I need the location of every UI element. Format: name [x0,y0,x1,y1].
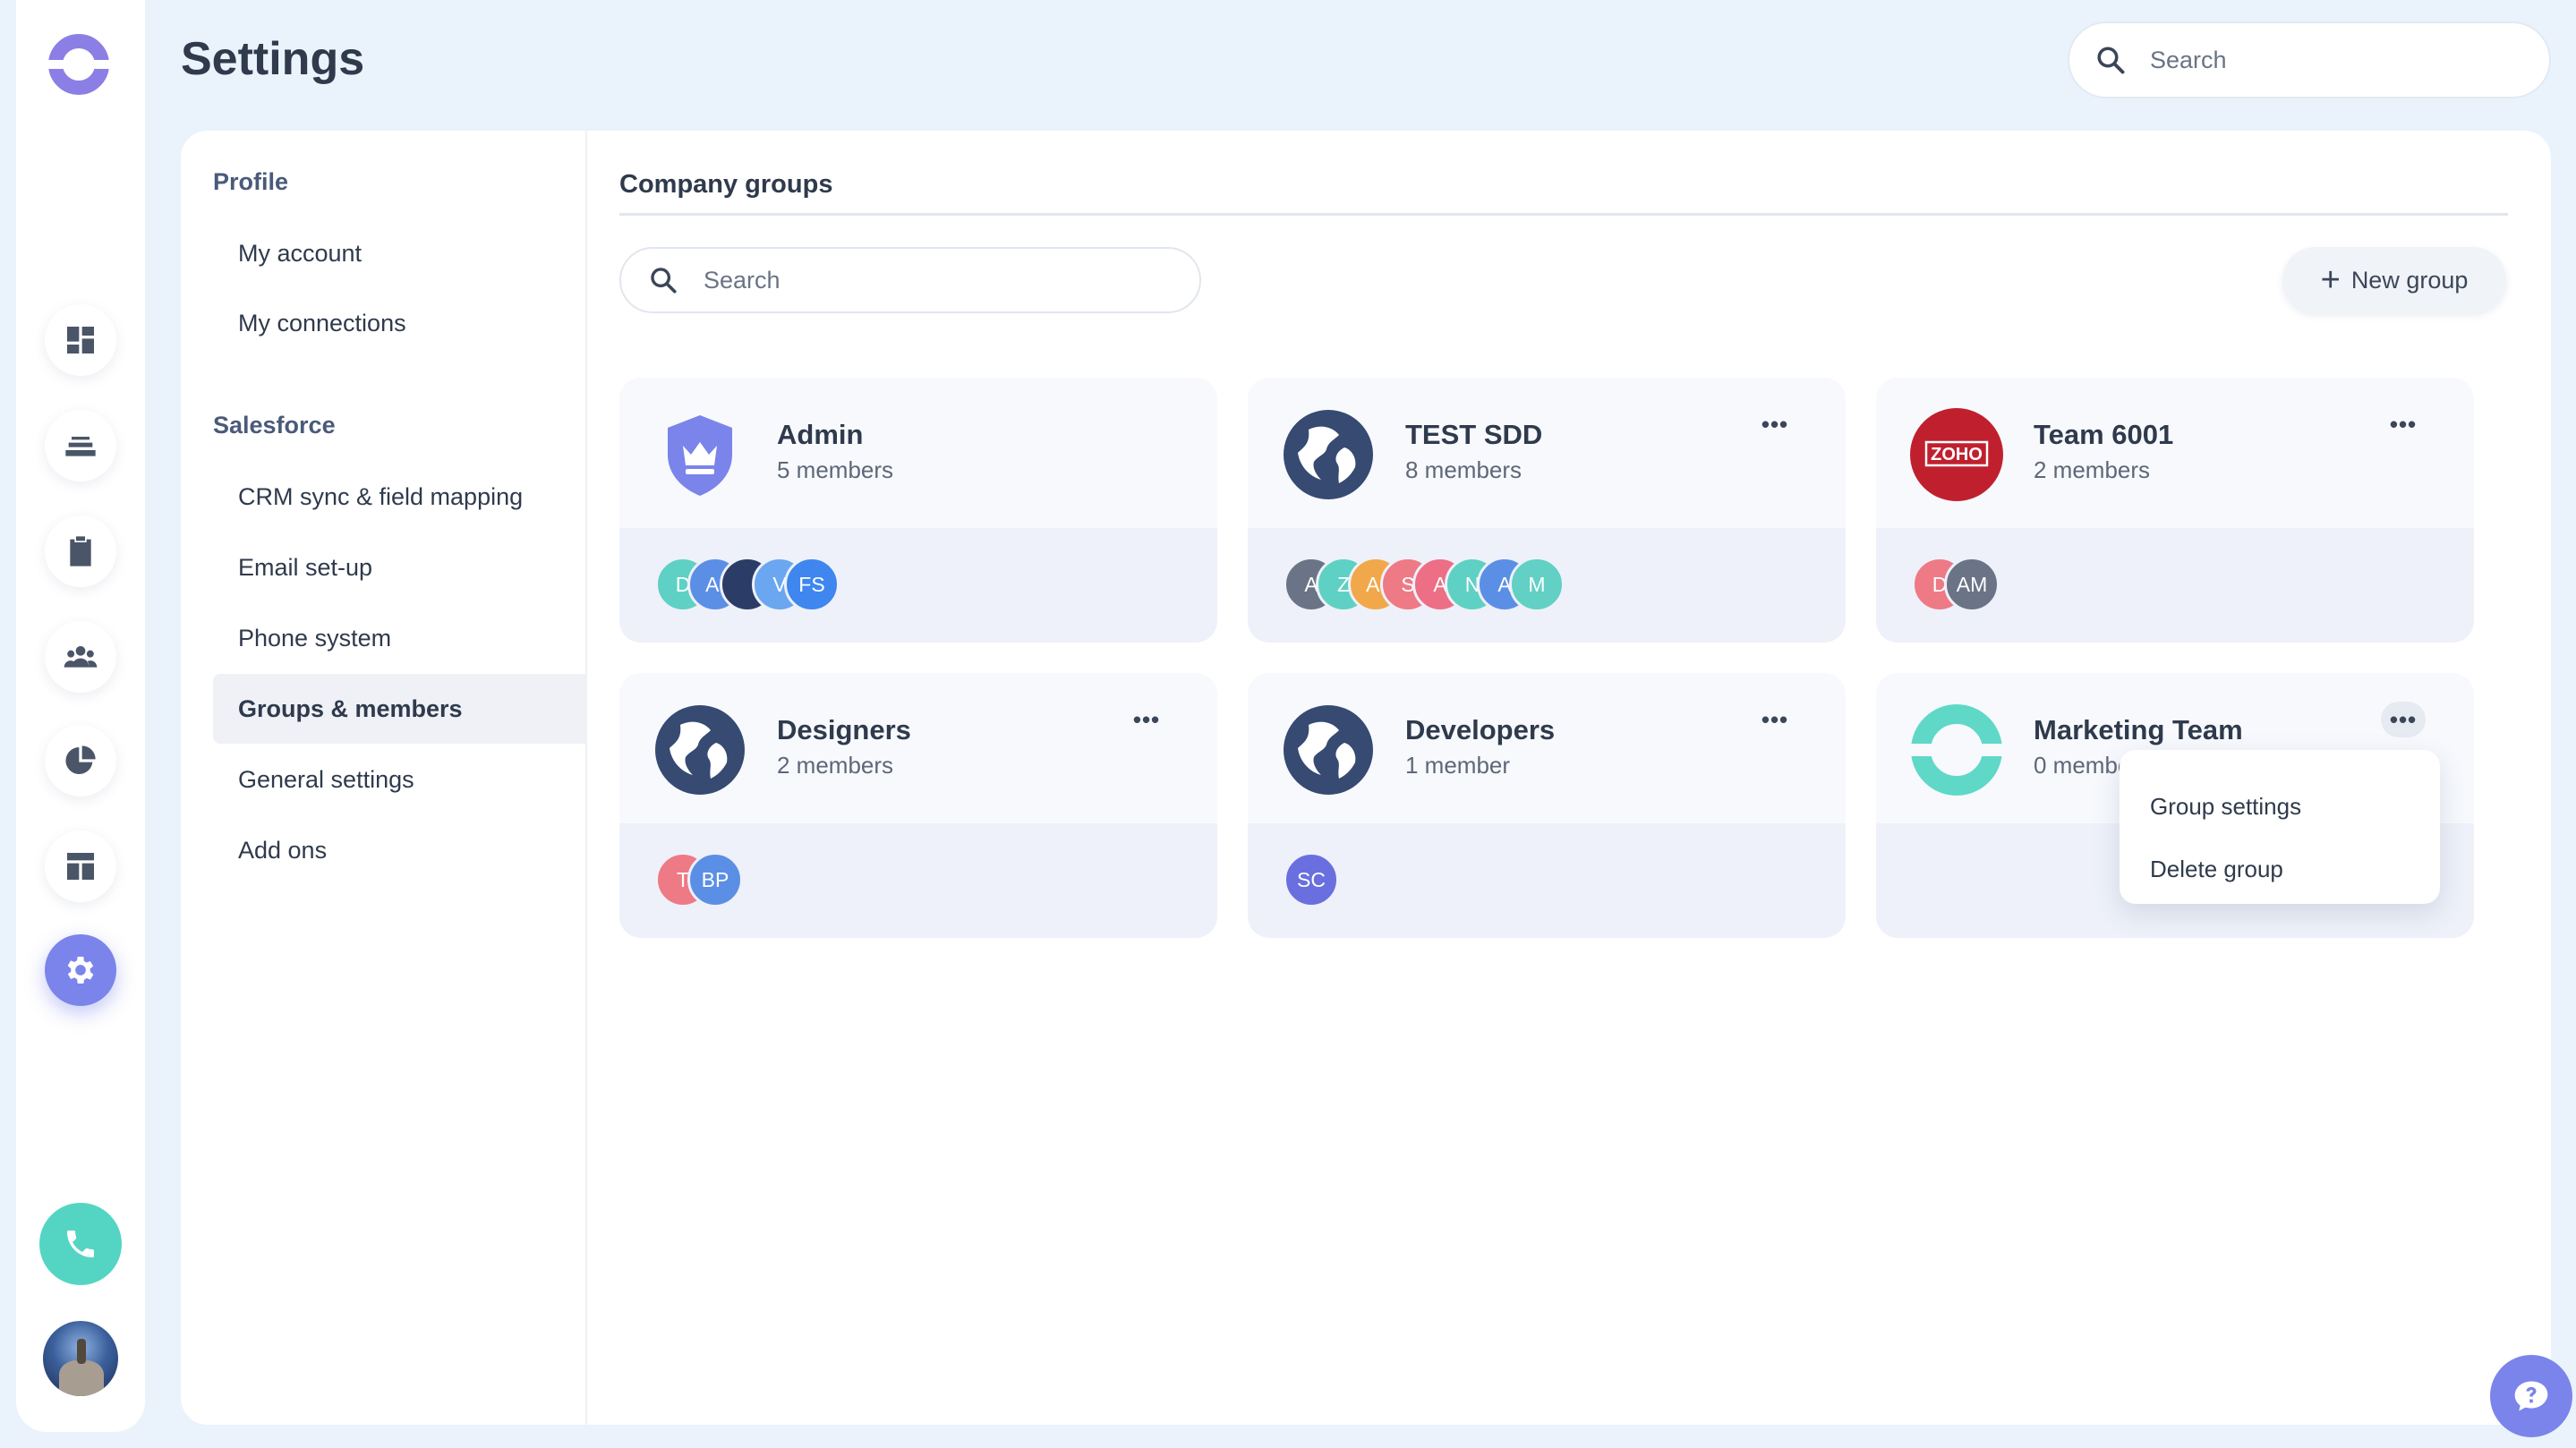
rail-settings-button[interactable] [45,934,116,1006]
section-title: Company groups [619,170,833,199]
section-divider [619,213,2508,216]
plus-icon: + [2320,261,2341,299]
call-button[interactable] [39,1203,122,1285]
global-search-input[interactable] [2150,46,2526,74]
group-card-designers[interactable]: Designers 2 members ••• T BP [619,673,1217,938]
clipboard-icon [70,536,91,566]
ring-logo-icon [1910,704,2003,796]
new-group-button[interactable]: + New group [2282,247,2506,313]
member-avatar[interactable]: BP [687,852,743,907]
app-logo[interactable] [47,32,111,97]
group-options-menu: Group settings Delete group [2120,750,2440,904]
group-name: TEST SDD [1405,419,1543,450]
group-search[interactable] [619,247,1201,313]
subnav-item-my-connections[interactable]: My connections [213,288,587,358]
phone-icon [67,1231,94,1257]
subnav-item-email-setup[interactable]: Email set-up [213,532,587,602]
member-avatar[interactable]: SC [1284,852,1339,907]
group-member-count: 5 members [777,456,894,483]
member-avatar[interactable]: M [1509,557,1565,612]
subnav-item-add-ons[interactable]: Add ons [213,815,587,885]
dashboard-icon [67,327,94,353]
zoho-logo: ZOHO [1910,408,2003,501]
group-name: Marketing Team [2034,714,2243,745]
globe-icon [1284,705,1373,795]
group-card-team-6001[interactable]: ZOHO Team 6001 2 members ••• D AM [1876,378,2474,643]
rail-dashboard-button[interactable] [45,304,116,376]
group-name: Developers [1405,714,1556,745]
settings-subnav: Profile My account My connections Salesf… [181,131,587,1425]
member-avatars: SC [1284,852,1339,907]
subnav-heading-salesforce: Salesforce [213,412,336,439]
group-name: Designers [777,714,911,745]
stack-icon [65,437,96,456]
rail-stack-button[interactable] [45,410,116,481]
subnav-item-my-account[interactable]: My account [213,218,587,288]
menu-item-delete-group[interactable]: Delete group [2120,838,2440,900]
more-options-icon[interactable]: ••• [1124,702,1169,737]
group-member-count: 2 members [2034,456,2151,483]
more-options-icon[interactable]: ••• [2381,702,2426,737]
shield-crown-icon [668,415,732,496]
group-card-admin[interactable]: Admin 5 members D AI V FS [619,378,1217,643]
page-title: Settings [181,33,365,85]
more-options-icon[interactable]: ••• [1753,702,1797,737]
avatar-figure-shape [77,1339,86,1364]
rail-tasks-button[interactable] [45,515,116,587]
rail-contacts-button[interactable] [45,621,116,693]
layout-icon [67,853,94,880]
gear-icon [67,957,94,984]
global-search[interactable] [2068,21,2551,98]
user-avatar[interactable] [43,1321,118,1396]
globe-icon [655,705,745,795]
chat-help-icon [2514,1381,2548,1411]
pie-chart-icon [65,745,96,774]
group-name: Admin [777,419,864,450]
subnav-heading-profile: Profile [213,168,289,195]
avatar-rock-shape [59,1360,104,1396]
subnav-item-phone-system[interactable]: Phone system [213,603,587,673]
rail-reports-button[interactable] [45,725,116,796]
zoho-logo-text: ZOHO [1931,445,1983,464]
menu-item-group-settings[interactable]: Group settings [2120,775,2440,838]
group-card-developers[interactable]: Developers 1 member ••• SC [1248,673,1846,938]
subnav-item-groups-members[interactable]: Groups & members [213,674,587,744]
member-avatars: A Z AI S A N A M [1284,557,1565,612]
subnav-item-general-settings[interactable]: General settings [213,745,587,814]
member-avatar[interactable]: AM [1944,557,2000,612]
group-member-count: 8 members [1405,456,1523,483]
rail-layout-button[interactable] [45,830,116,902]
member-avatars: D AM [1912,557,2000,612]
group-member-count: 2 members [777,752,894,779]
help-chat-button[interactable] [2490,1355,2572,1437]
member-avatar[interactable]: FS [784,557,840,612]
member-avatars: D AI V FS [655,557,840,612]
member-avatars: T BP [655,852,743,907]
app-sidebar [16,0,145,1432]
search-icon [651,268,677,294]
more-options-icon[interactable]: ••• [1753,406,1797,442]
search-icon [2097,47,2125,74]
group-name: Team 6001 [2034,419,2174,450]
people-icon [64,646,98,668]
group-card-test-sdd[interactable]: TEST SDD 8 members ••• A Z AI S A N A M [1248,378,1846,643]
more-options-icon[interactable]: ••• [2381,406,2426,442]
group-member-count: 1 member [1405,752,1511,779]
subnav-item-crm-sync[interactable]: CRM sync & field mapping [213,462,587,532]
group-search-input[interactable] [704,266,1169,294]
new-group-label: New group [2350,266,2469,294]
globe-icon [1284,410,1373,499]
